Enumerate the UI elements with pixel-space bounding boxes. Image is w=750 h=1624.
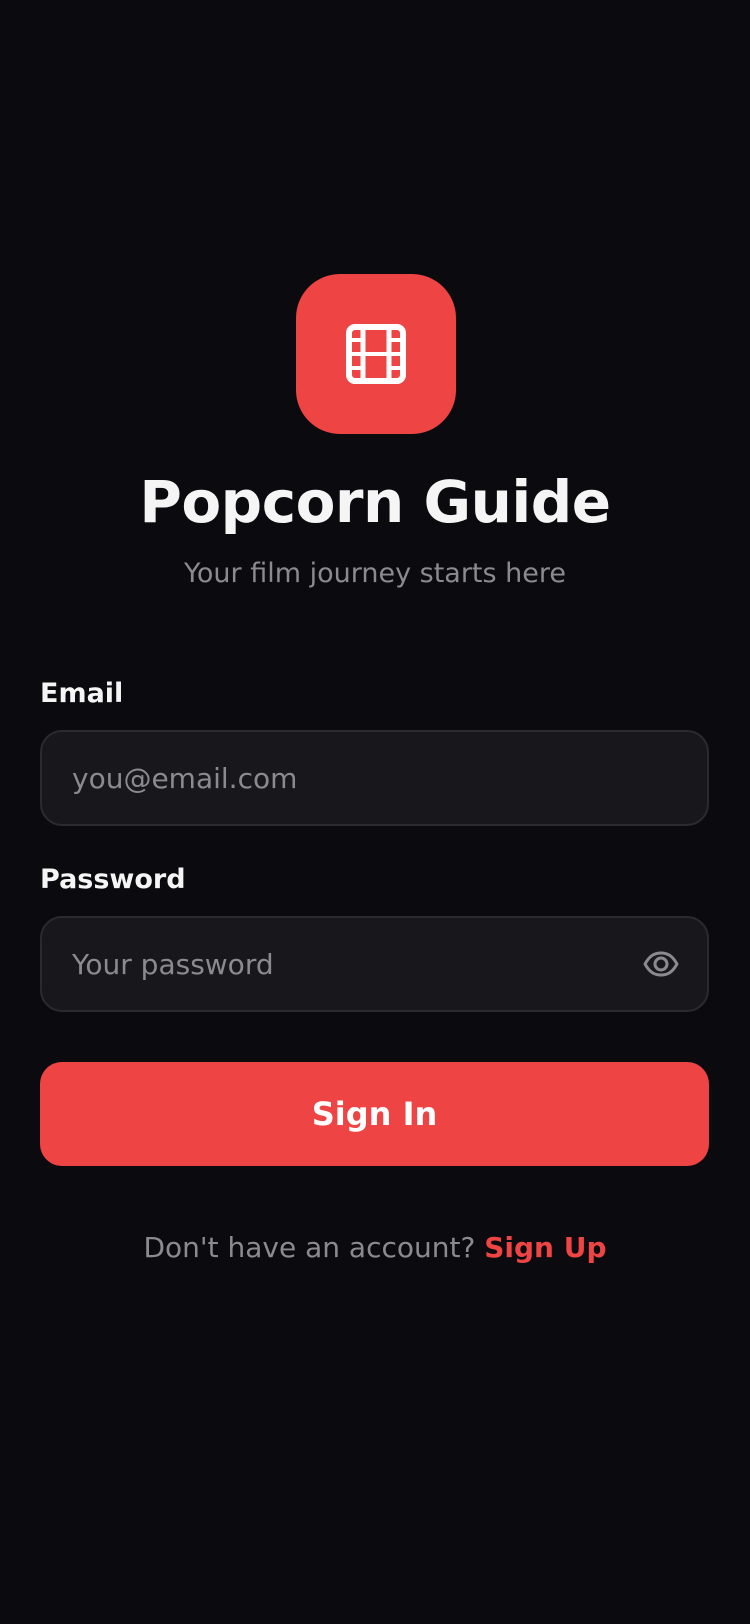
email-field-container: [40, 730, 709, 826]
password-field-container: [40, 916, 709, 1012]
app-logo: [296, 274, 456, 434]
sign-up-link[interactable]: Sign Up: [484, 1231, 606, 1264]
email-label: Email: [40, 678, 124, 709]
signup-prompt: Don't have an account? Sign Up: [0, 1228, 750, 1268]
app-subtitle: Your film journey starts here: [183, 558, 567, 589]
eye-icon: [643, 951, 679, 977]
email-field[interactable]: [72, 732, 632, 824]
toggle-password-visibility-button[interactable]: [643, 946, 679, 982]
sign-in-button[interactable]: Sign In: [40, 1062, 709, 1166]
signup-prompt-text: Don't have an account?: [143, 1231, 476, 1264]
app-title: Popcorn Guide: [139, 468, 611, 536]
film-icon: [346, 324, 406, 384]
login-screen: Popcorn Guide Your film journey starts h…: [0, 0, 750, 1624]
password-field[interactable]: [72, 918, 632, 1010]
password-label: Password: [40, 864, 186, 895]
